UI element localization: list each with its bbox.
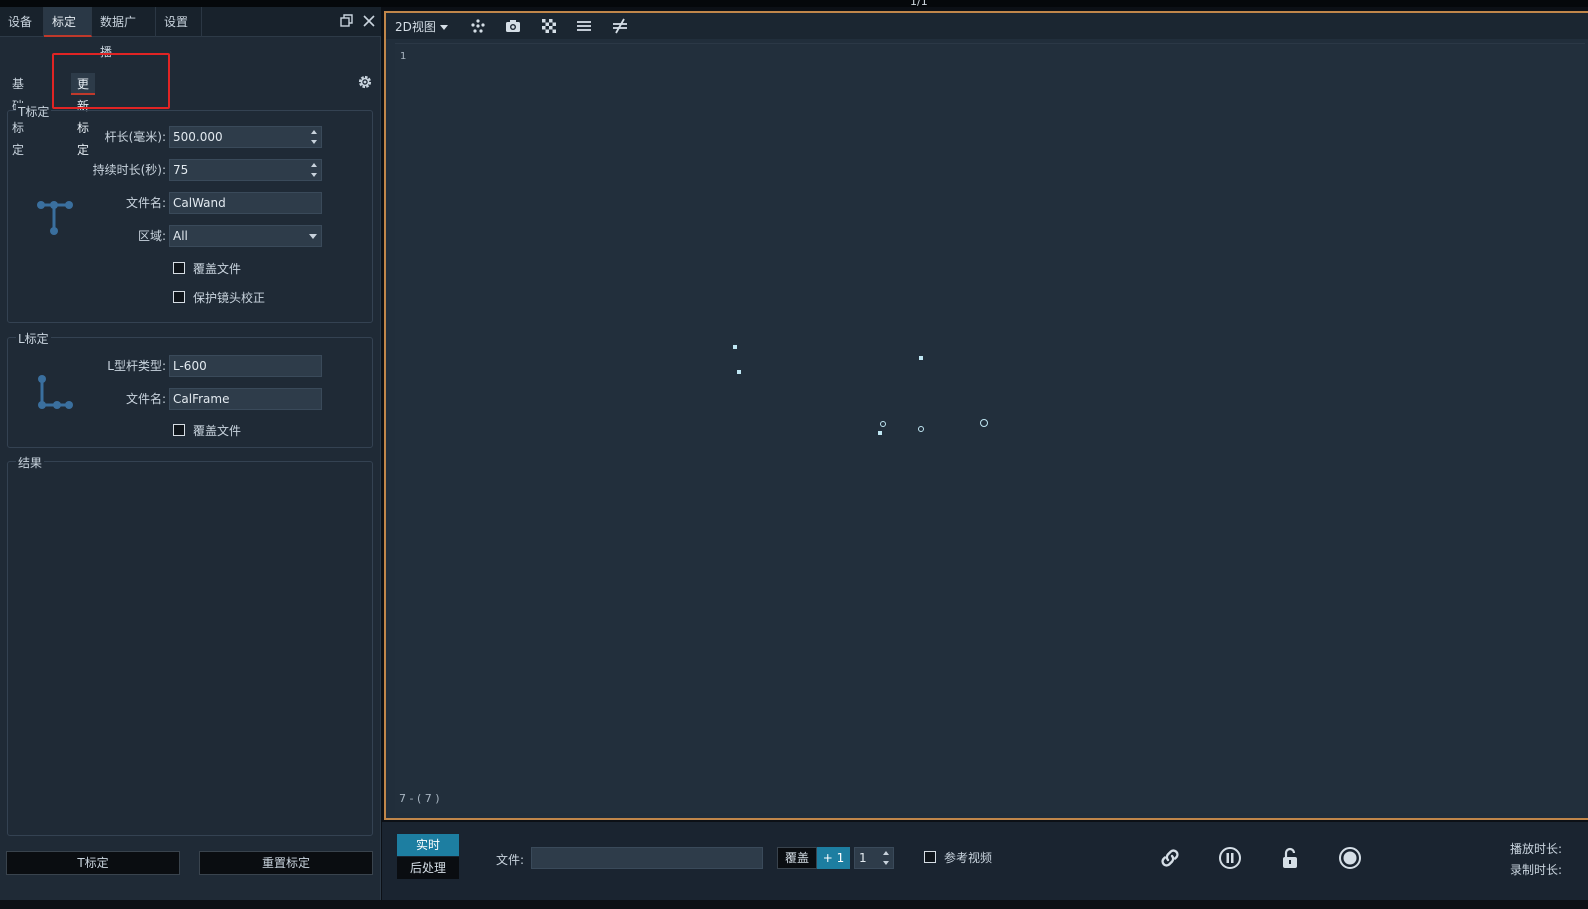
t-filename-input[interactable]: CalWand: [169, 192, 322, 214]
wand-length-input[interactable]: 500.000: [169, 126, 322, 148]
step-value: 1: [859, 851, 867, 865]
link-icon[interactable]: [1158, 846, 1182, 870]
l-type-input[interactable]: L-600: [169, 355, 322, 377]
protect-lens-label: 保护镜头校正: [193, 291, 266, 305]
record-icon[interactable]: [1338, 846, 1362, 870]
subtab-basic-calibration[interactable]: 基础标定: [6, 73, 30, 157]
camera-icon[interactable]: [505, 18, 521, 34]
result-group: 结果: [7, 454, 373, 836]
gear-icon[interactable]: [356, 73, 374, 91]
overlay-button[interactable]: 覆盖: [777, 847, 817, 869]
l-filename-row: 文件名: CalFrame: [8, 388, 374, 410]
marker-point: [919, 356, 923, 360]
t-calibration-title: T标定: [16, 103, 52, 120]
t-filename-row: 文件名: CalWand: [8, 192, 374, 214]
checkerboard-icon[interactable]: [541, 18, 557, 34]
marker-point: [980, 419, 988, 427]
l-calibration-title: L标定: [16, 330, 51, 347]
chevron-down-icon: [309, 234, 317, 239]
not-equal-icon[interactable]: [612, 18, 628, 34]
camera-2d-canvas[interactable]: [395, 43, 1585, 813]
region-label: 区域:: [137, 229, 166, 243]
highlight-annotation-box: [52, 53, 170, 109]
l-type-label: L型杆类型:: [107, 359, 166, 373]
reference-video-box[interactable]: [924, 851, 936, 863]
view-mode-label: 2D视图: [395, 20, 436, 34]
protect-lens-box[interactable]: [173, 291, 185, 303]
tab-settings[interactable]: 设置: [156, 7, 202, 37]
camera-view-panel: 2D视图 1 7 - ( 7 ): [384, 11, 1588, 820]
tab-data-broadcast[interactable]: 数据广播: [92, 7, 156, 59]
l-overwrite-box[interactable]: [173, 424, 185, 436]
chevron-down-icon: [439, 25, 448, 30]
duration-input[interactable]: 75: [169, 159, 322, 181]
plus-one-button[interactable]: + 1: [817, 847, 850, 869]
region-row: 区域: All: [8, 225, 374, 247]
l-type-row: L型杆类型: L-600: [8, 355, 374, 377]
tab-device[interactable]: 设备: [0, 7, 44, 37]
duration-row: 持续时长(秒): 75: [8, 159, 374, 181]
marker-point: [918, 426, 924, 432]
marker-point: [737, 370, 741, 374]
record-duration-label: 录制时长:: [1510, 863, 1563, 877]
step-spinner[interactable]: [881, 850, 891, 866]
reset-calibration-button[interactable]: 重置标定: [199, 851, 373, 875]
t-overwrite-label: 覆盖文件: [193, 262, 242, 276]
region-value: All: [173, 229, 188, 243]
view-mode-dropdown[interactable]: 2D视图: [395, 18, 448, 35]
marker-point: [878, 431, 882, 435]
t-filename-label: 文件名:: [125, 196, 166, 210]
markers-icon[interactable]: [470, 18, 486, 34]
marker-point: [733, 345, 737, 349]
result-title: 结果: [16, 454, 45, 471]
duration-spinner[interactable]: [309, 162, 319, 178]
l-calibration-group: L标定 L型杆类型: L-600 文件名: CalFrame 覆盖文件: [7, 330, 374, 448]
play-duration-label: 播放时长:: [1510, 842, 1563, 856]
l-overwrite-label: 覆盖文件: [193, 424, 242, 438]
left-panel: 设备 标定 数据广播 设置 基础标定 更新标定 T标定: [0, 7, 381, 900]
lines-icon[interactable]: [576, 18, 592, 34]
wand-length-row: 杆长(毫米): 500.000: [8, 126, 374, 148]
top-strip: 1/1: [0, 0, 1588, 8]
wand-length-value: 500.000: [173, 130, 223, 144]
unlock-icon[interactable]: [1278, 846, 1302, 870]
top-nav: 设备 标定 数据广播 设置: [0, 7, 381, 59]
file-input[interactable]: [531, 847, 763, 869]
reference-video-label: 参考视频: [944, 851, 993, 865]
restore-window-icon[interactable]: [340, 14, 356, 30]
post-processing-button[interactable]: 后处理: [397, 857, 459, 879]
duration-value: 75: [173, 163, 189, 177]
wand-length-spinner[interactable]: [309, 129, 319, 145]
file-label: 文件:: [496, 853, 525, 867]
marker-count: 7 - ( 7 ): [399, 792, 440, 805]
l-filename-label: 文件名:: [125, 392, 166, 406]
l-filename-input[interactable]: CalFrame: [169, 388, 322, 410]
camera-number: 1: [400, 51, 407, 62]
playback-bar: 实时 后处理 文件: 覆盖 + 1 1 参考视频 播放时长: 录制时长:: [382, 822, 1588, 900]
t-calibration-group: T标定 杆长(毫米): 500.000 持续时长(秒): 75 文件名: Cal…: [7, 103, 374, 323]
t-calibrate-button[interactable]: T标定: [6, 851, 180, 875]
live-mode-button[interactable]: 实时: [397, 834, 459, 856]
frame-pager: 1/1: [910, 0, 928, 8]
step-stepper[interactable]: 1: [854, 847, 894, 869]
tab-calibration[interactable]: 标定: [44, 7, 92, 37]
region-select[interactable]: All: [169, 225, 322, 247]
t-overwrite-box[interactable]: [173, 262, 185, 274]
duration-label: 持续时长(秒):: [92, 163, 166, 177]
wand-length-label: 杆长(毫米):: [104, 130, 166, 144]
pause-icon[interactable]: [1218, 846, 1242, 870]
view-toolbar: 2D视图: [386, 13, 1588, 39]
close-icon[interactable]: [362, 14, 378, 30]
marker-point: [880, 421, 886, 427]
